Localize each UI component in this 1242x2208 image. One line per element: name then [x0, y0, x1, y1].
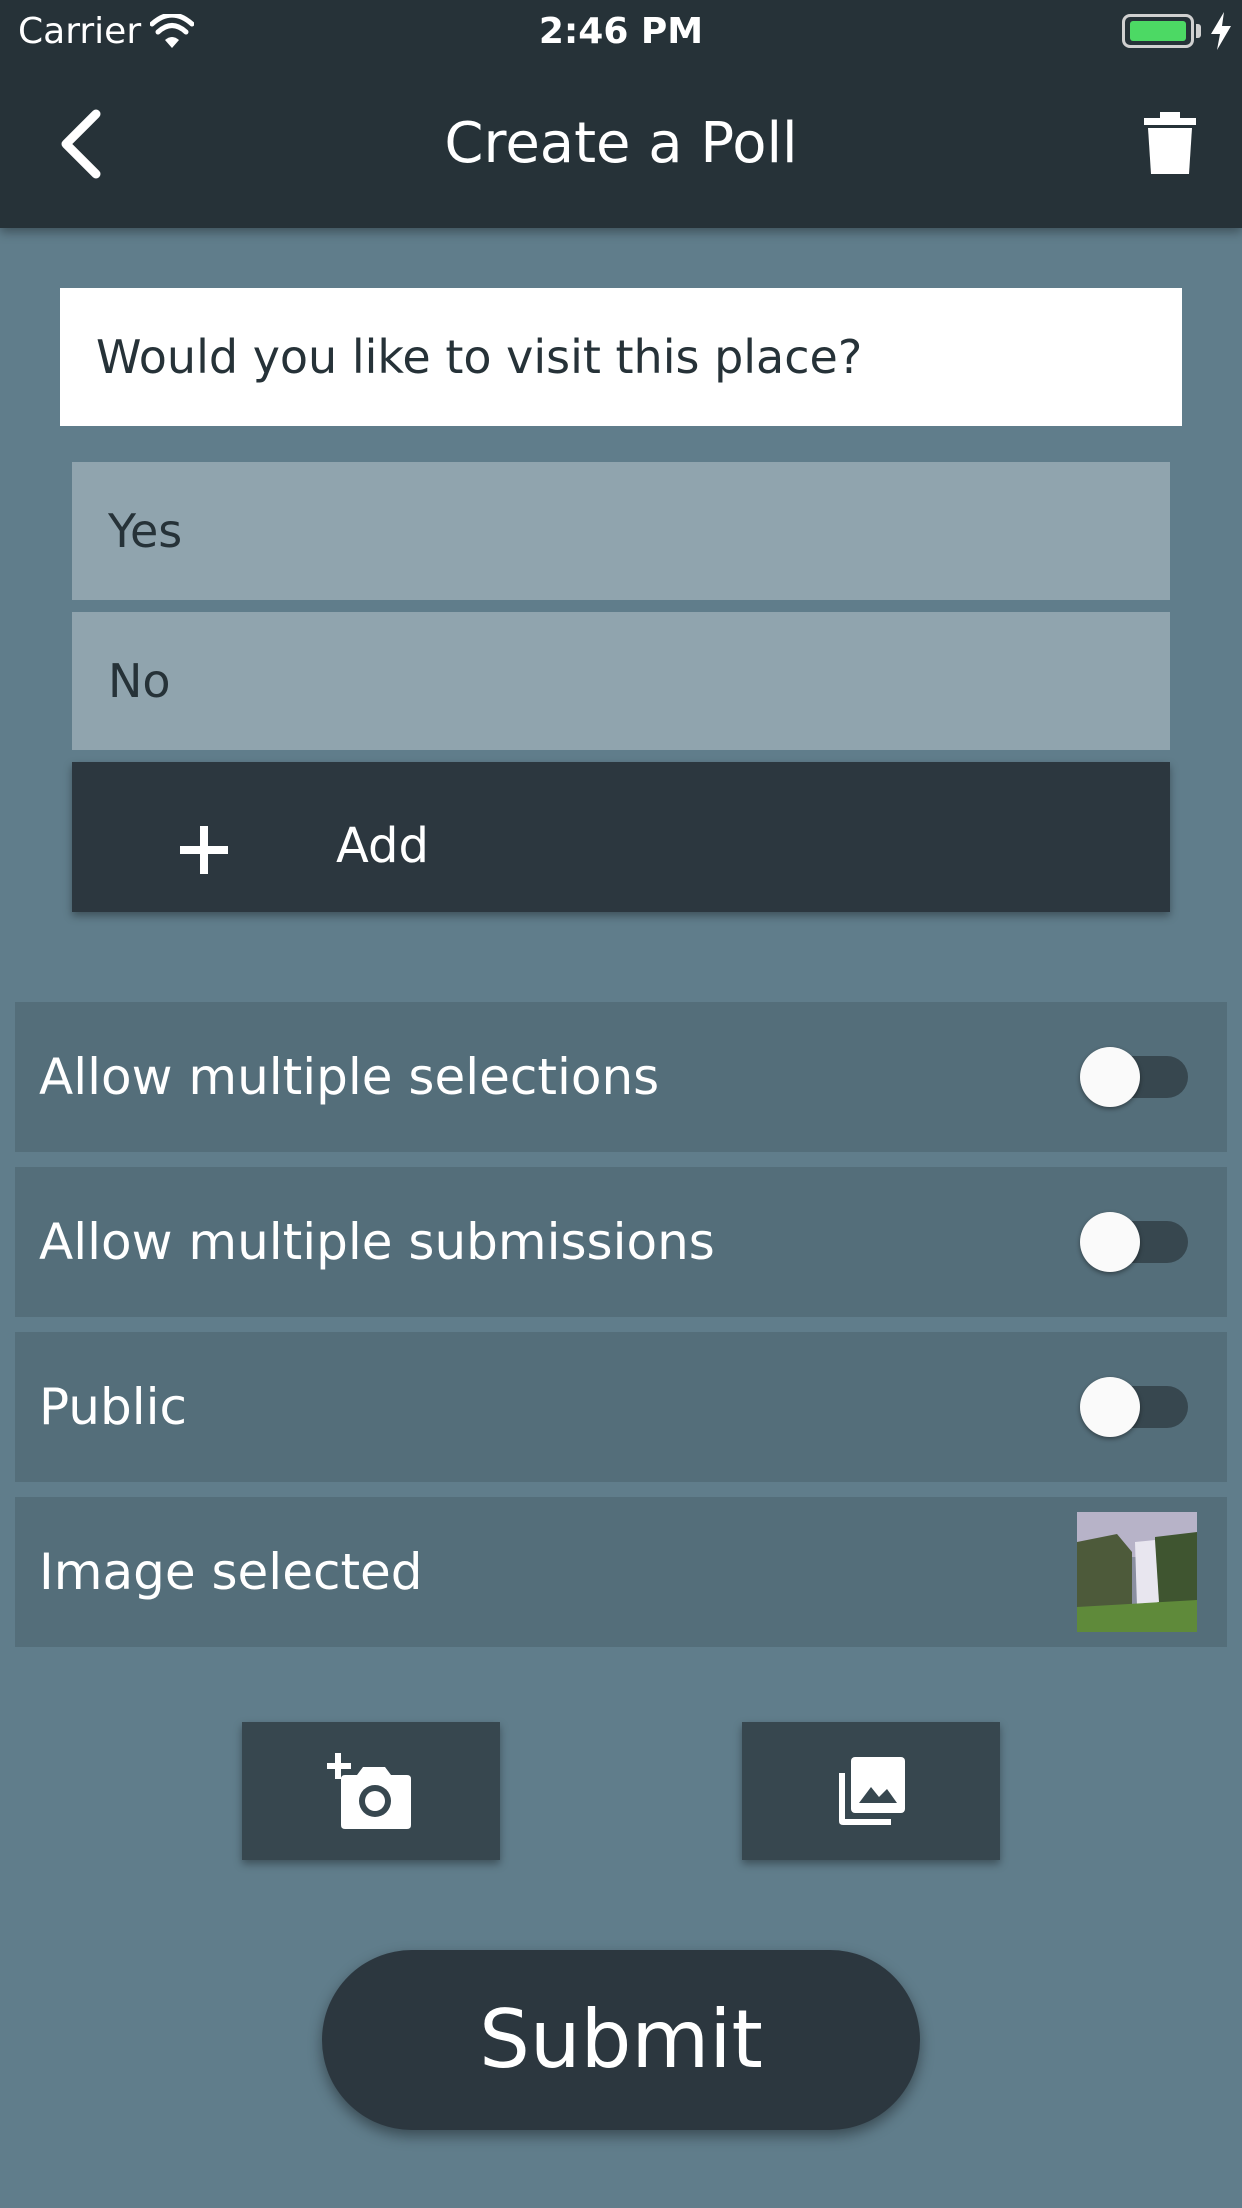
add-option-button[interactable] — [72, 762, 1170, 912]
question-input[interactable]: Would you like to visit this place? — [60, 288, 1182, 426]
photo-library-icon — [839, 1757, 905, 1825]
status-time: 2:46 PM — [538, 11, 704, 52]
setting-label: Public — [39, 1378, 187, 1436]
option-field[interactable]: No — [72, 612, 1170, 750]
add-option-label: Add — [336, 818, 429, 874]
charging-bolt-icon — [1211, 12, 1231, 50]
setting-label: Allow multiple selections — [39, 1048, 660, 1106]
selected-image-thumbnail[interactable] — [1077, 1512, 1197, 1632]
battery-icon — [1122, 14, 1194, 48]
trash-icon[interactable] — [1140, 112, 1200, 176]
page-title: Create a Poll — [444, 111, 798, 176]
toggle-knob[interactable] — [1080, 1377, 1140, 1437]
add-photo-icon — [327, 1753, 411, 1829]
plus-icon — [180, 826, 228, 874]
setting-row-public — [15, 1332, 1227, 1482]
toggle-knob[interactable] — [1080, 1047, 1140, 1107]
camera-button[interactable] — [242, 1722, 500, 1860]
option-field[interactable]: Yes — [72, 462, 1170, 600]
battery-level — [1130, 21, 1186, 41]
battery-tip — [1196, 24, 1201, 38]
setting-label: Allow multiple submissions — [39, 1213, 715, 1271]
gallery-button[interactable] — [742, 1722, 1000, 1860]
image-selected-label: Image selected — [39, 1543, 423, 1601]
toggle-knob[interactable] — [1080, 1212, 1140, 1272]
submit-button[interactable]: Submit — [322, 1950, 920, 2130]
